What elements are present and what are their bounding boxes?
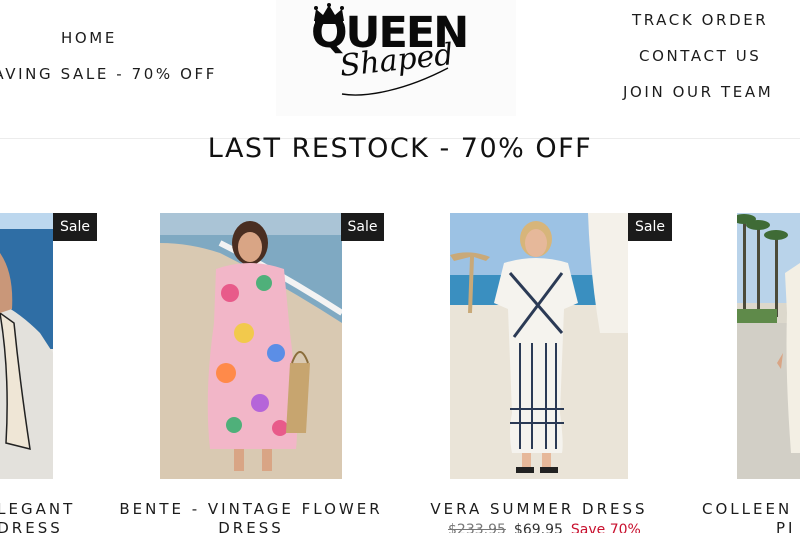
- nav-sale[interactable]: SAVING SALE - 70% OFF: [0, 65, 217, 83]
- product-card[interactable]: [160, 213, 342, 479]
- price-row: $233.95 $69.95 Save 70%: [448, 522, 641, 533]
- product-image[interactable]: [737, 213, 800, 479]
- site-logo[interactable]: QUEEN Shaped: [276, 0, 516, 116]
- product-image[interactable]: [160, 213, 342, 479]
- sale-price: $69.95: [513, 522, 563, 533]
- nav-home[interactable]: HOME: [61, 29, 117, 47]
- product-card[interactable]: [450, 213, 628, 479]
- nav-track-order[interactable]: TRACK ORDER: [632, 11, 768, 29]
- nav-join-team[interactable]: JOIN OUR TEAM: [623, 83, 773, 101]
- product-card[interactable]: [737, 213, 800, 479]
- save-label: Save 70%: [570, 522, 641, 533]
- product-title[interactable]: DRESS: [110, 519, 392, 533]
- sale-badge: Sale: [53, 213, 97, 241]
- site-header: HOME SAVING SALE - 70% OFF QUEEN Shaped …: [0, 0, 800, 139]
- sale-badge: Sale: [341, 213, 384, 241]
- nav-contact-us[interactable]: CONTACT US: [639, 47, 761, 65]
- product-title[interactable]: ELEGANT: [0, 500, 90, 519]
- product-image[interactable]: [0, 213, 53, 479]
- product-title[interactable]: VERA SUMMER DRESS: [408, 500, 670, 519]
- product-title[interactable]: COLLEEN: [702, 500, 800, 519]
- product-title[interactable]: PI: [776, 519, 800, 533]
- product-card[interactable]: [0, 213, 53, 479]
- compare-price: $233.95: [448, 522, 506, 533]
- product-title[interactable]: DRESS: [0, 519, 90, 533]
- product-image[interactable]: [450, 213, 628, 479]
- product-title[interactable]: BENTE - VINTAGE FLOWER: [110, 500, 392, 519]
- section-title: LAST RESTOCK - 70% OFF: [207, 133, 593, 164]
- logo-swash-icon: [341, 67, 449, 96]
- sale-badge: Sale: [628, 213, 672, 241]
